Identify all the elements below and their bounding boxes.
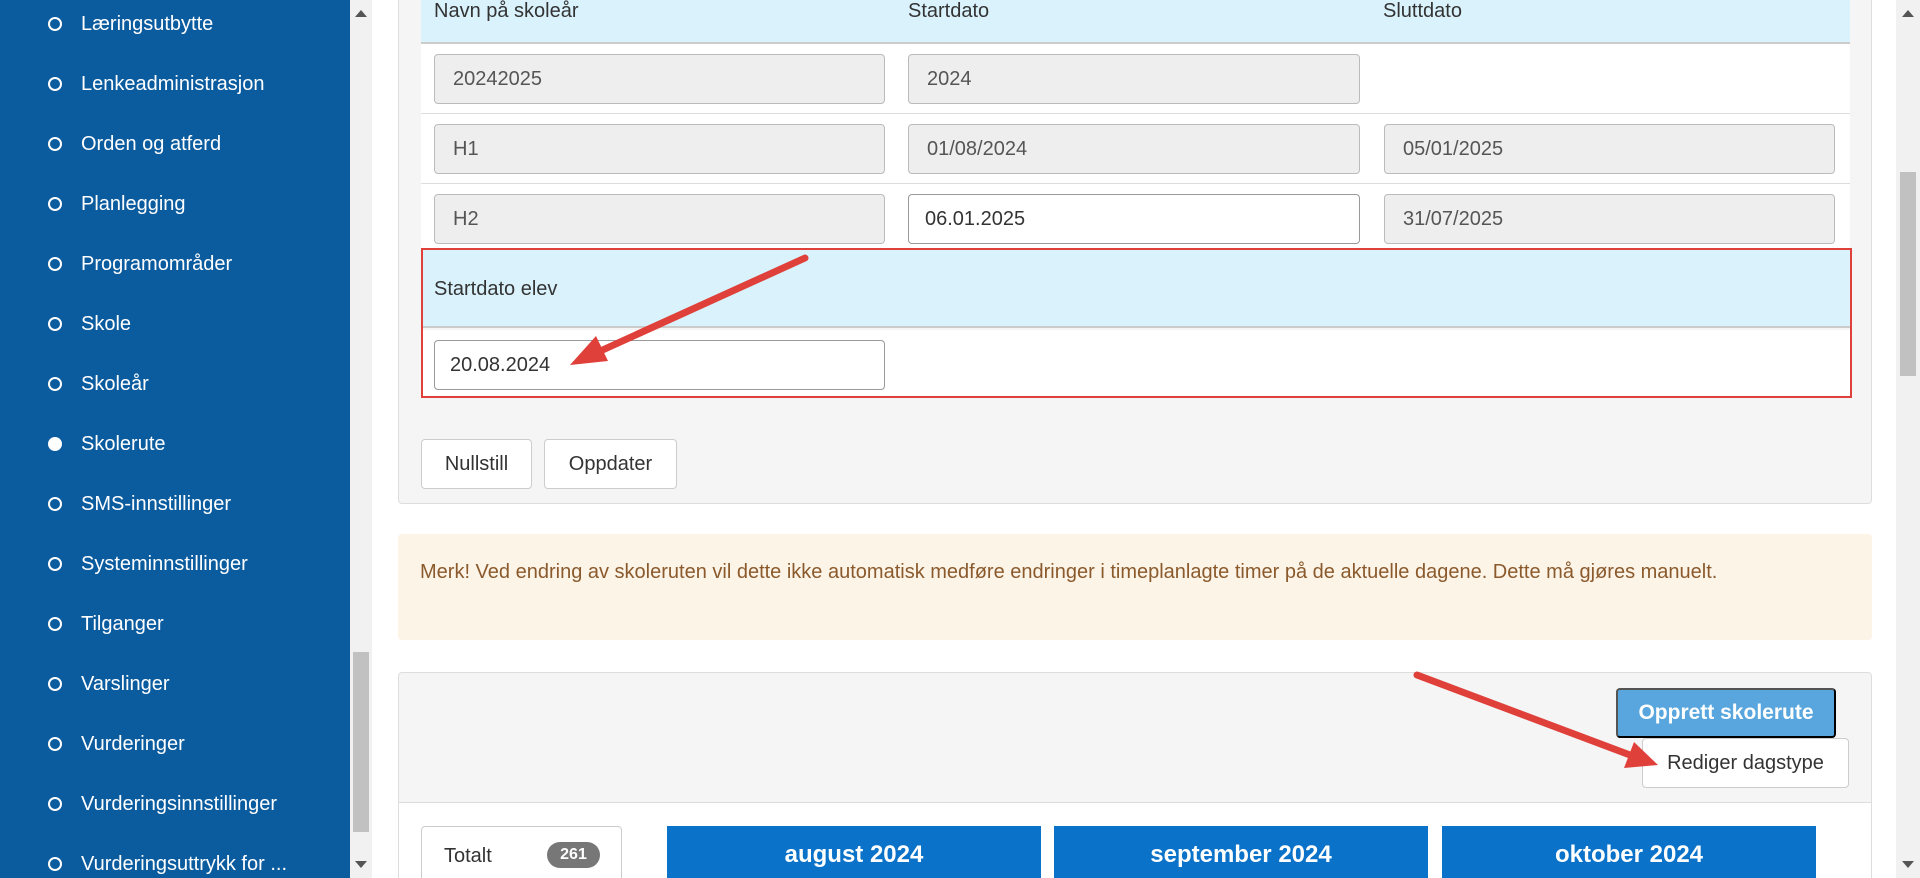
circle-icon bbox=[48, 137, 62, 151]
sidebar-item-label: Varslinger bbox=[81, 672, 170, 695]
end-date-field: 05/01/2025 bbox=[1384, 124, 1835, 174]
sidebar-item-systeminnstillinger[interactable]: Systeminnstillinger bbox=[0, 534, 350, 594]
circle-icon bbox=[48, 497, 62, 511]
sidebar-item-label: Vurderingsuttrykk for ... bbox=[81, 852, 287, 875]
sidebar-item-label: Vurderinger bbox=[81, 732, 185, 755]
sidebar-item-laeringsutbytte[interactable]: Læringsutbytte bbox=[0, 0, 350, 54]
warning-alert: Merk! Ved endring av skoleruten vil dett… bbox=[398, 534, 1872, 640]
sidebar-item-programomrader[interactable]: Programområder bbox=[0, 234, 350, 294]
create-school-route-button[interactable]: Opprett skolerute bbox=[1616, 688, 1836, 738]
table-row: H2 06.01.2025 31/07/2025 bbox=[421, 184, 1850, 248]
sidebar-item-varslinger[interactable]: Varslinger bbox=[0, 654, 350, 714]
month-header: oktober 2024 bbox=[1442, 826, 1816, 878]
edit-daytype-button[interactable]: Rediger dagstype bbox=[1642, 738, 1849, 788]
sidebar-item-sms-innstillinger[interactable]: SMS-innstillinger bbox=[0, 474, 350, 534]
start-date-field: 2024 bbox=[908, 54, 1360, 104]
month-header: august 2024 bbox=[667, 826, 1041, 878]
total-count-badge: 261 bbox=[547, 842, 600, 868]
scroll-up-icon[interactable] bbox=[355, 10, 367, 17]
school-year-name-field: 20242025 bbox=[434, 54, 885, 104]
sidebar-item-tilganger[interactable]: Tilganger bbox=[0, 594, 350, 654]
update-button[interactable]: Oppdater bbox=[544, 439, 677, 489]
column-header-name: Navn på skoleår bbox=[434, 0, 579, 22]
circle-icon bbox=[48, 257, 62, 271]
sidebar-item-label: SMS-innstillinger bbox=[81, 492, 232, 515]
sidebar-item-label: Planlegging bbox=[81, 192, 186, 215]
circle-icon bbox=[48, 377, 62, 391]
filled-circle-icon bbox=[48, 437, 62, 451]
circle-icon bbox=[48, 617, 62, 631]
sidebar-item-vurderingsinnstillinger[interactable]: Vurderingsinnstillinger bbox=[0, 774, 350, 834]
sidebar-item-skolerute[interactable]: Skolerute bbox=[0, 414, 350, 474]
main-scrollbar-thumb[interactable] bbox=[1900, 172, 1916, 376]
circle-icon bbox=[48, 197, 62, 211]
circle-icon bbox=[48, 737, 62, 751]
term-name-field: H1 bbox=[434, 124, 885, 174]
sidebar-item-label: Orden og atferd bbox=[81, 132, 222, 155]
sidebar-item-label: Programområder bbox=[81, 252, 233, 275]
reset-button[interactable]: Nullstill bbox=[421, 439, 532, 489]
sidebar-item-label: Systeminnstillinger bbox=[81, 552, 248, 575]
sidebar: Læringsutbytte Lenkeadministrasjon Orden… bbox=[0, 0, 350, 878]
scroll-up-icon[interactable] bbox=[1902, 10, 1914, 17]
main-scrollbar[interactable] bbox=[1896, 0, 1920, 878]
scroll-down-icon[interactable] bbox=[1902, 861, 1914, 868]
term-name-field: H2 bbox=[434, 194, 885, 244]
sidebar-item-planlegging[interactable]: Planlegging bbox=[0, 174, 350, 234]
sidebar-item-label: Læringsutbytte bbox=[81, 12, 214, 35]
circle-icon bbox=[48, 797, 62, 811]
total-label: Totalt bbox=[444, 845, 492, 867]
sidebar-item-skole[interactable]: Skole bbox=[0, 294, 350, 354]
column-header-end: Sluttdato bbox=[1383, 0, 1462, 22]
sidebar-scrollbar[interactable] bbox=[350, 0, 372, 878]
sidebar-item-label: Skoleår bbox=[81, 372, 149, 395]
sidebar-scrollbar-thumb[interactable] bbox=[353, 652, 369, 832]
column-header-start: Startdato bbox=[908, 0, 990, 22]
circle-icon bbox=[48, 677, 62, 691]
circle-icon bbox=[48, 557, 62, 571]
total-summary: Totalt 261 bbox=[421, 826, 622, 878]
sidebar-item-vurderinger[interactable]: Vurderinger bbox=[0, 714, 350, 774]
sidebar-item-orden-og-atferd[interactable]: Orden og atferd bbox=[0, 114, 350, 174]
sidebar-item-label: Skolerute bbox=[81, 432, 166, 455]
sidebar-item-label: Tilganger bbox=[81, 612, 164, 635]
start-date-field: 01/08/2024 bbox=[908, 124, 1360, 174]
circle-icon bbox=[48, 857, 62, 871]
circle-icon bbox=[48, 77, 62, 91]
scroll-down-icon[interactable] bbox=[355, 861, 367, 868]
highlight-box bbox=[421, 248, 1852, 398]
sidebar-item-label: Lenkeadministrasjon bbox=[81, 72, 265, 95]
month-header: september 2024 bbox=[1054, 826, 1428, 878]
sidebar-item-lenkeadministrasjon[interactable]: Lenkeadministrasjon bbox=[0, 54, 350, 114]
end-date-field: 31/07/2025 bbox=[1384, 194, 1835, 244]
circle-icon bbox=[48, 317, 62, 331]
start-date-input[interactable]: 06.01.2025 bbox=[908, 194, 1360, 244]
sidebar-item-vurderingsuttrykk[interactable]: Vurderingsuttrykk for ... bbox=[0, 834, 350, 878]
table-row: H1 01/08/2024 05/01/2025 bbox=[421, 114, 1850, 184]
circle-icon bbox=[48, 17, 62, 31]
table-row: 20242025 2024 bbox=[421, 44, 1850, 114]
sidebar-item-label: Skole bbox=[81, 312, 132, 335]
sidebar-item-label: Vurderingsinnstillinger bbox=[81, 792, 278, 815]
table-header: Navn på skoleår Startdato Sluttdato bbox=[421, 0, 1850, 44]
sidebar-item-skolear[interactable]: Skoleår bbox=[0, 354, 350, 414]
